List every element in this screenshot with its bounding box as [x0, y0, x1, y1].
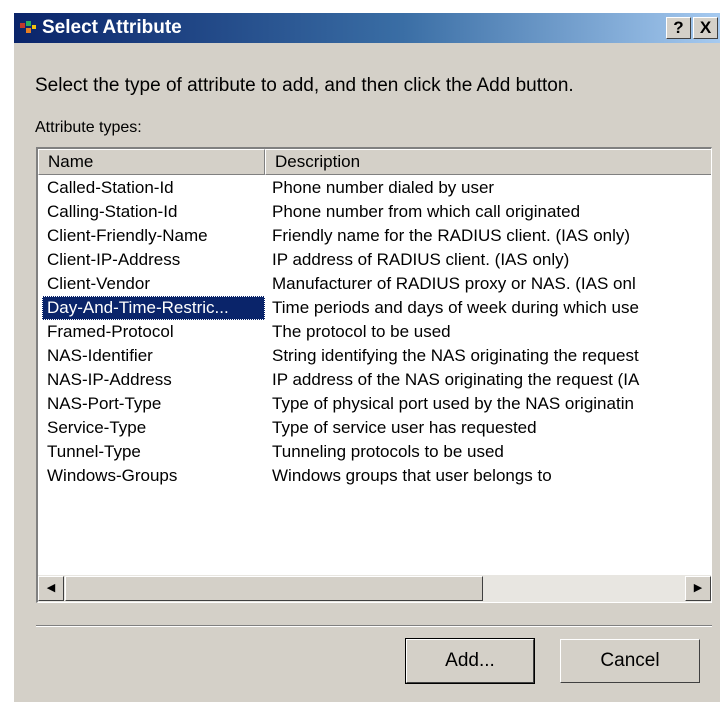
attribute-description: Type of physical port used by the NAS or…: [272, 394, 634, 413]
list-item[interactable]: Day-And-Time-Restric... Time periods and …: [38, 296, 711, 320]
select-attribute-dialog: Select Attribute ? X Select the type of …: [13, 12, 720, 702]
horizontal-scrollbar[interactable]: ◀ ▶: [38, 575, 711, 602]
help-button[interactable]: ?: [666, 17, 691, 39]
attribute-name: NAS-Identifier: [47, 346, 153, 365]
list-rows: Called-Station-Id Phone number dialed by …: [38, 176, 711, 488]
list-item[interactable]: Windows-Groups Windows groups that user b…: [38, 464, 711, 488]
list-item[interactable]: Client-IP-Address IP address of RADIUS cl…: [38, 248, 711, 272]
list-item[interactable]: NAS-Port-Type Type of physical port used …: [38, 392, 711, 416]
attribute-description: Type of service user has requested: [272, 418, 537, 437]
attribute-description: Windows groups that user belongs to: [272, 466, 552, 485]
app-icon: [20, 21, 36, 33]
add-button[interactable]: Add...: [405, 638, 535, 684]
attribute-name: Client-IP-Address: [47, 250, 181, 269]
attribute-types-list[interactable]: Name Description Called-Station-Id Phone …: [36, 147, 712, 603]
attribute-name: Client-Vendor: [47, 274, 151, 293]
list-item[interactable]: Called-Station-Id Phone number dialed by …: [38, 176, 711, 200]
cancel-button[interactable]: Cancel: [560, 639, 700, 683]
close-button[interactable]: X: [693, 17, 718, 39]
list-item[interactable]: NAS-IP-Address IP address of the NAS orig…: [38, 368, 711, 392]
attribute-description: IP address of RADIUS client. (IAS only): [272, 250, 570, 269]
list-header: Name Description: [38, 149, 711, 175]
attribute-description: String identifying the NAS originating t…: [272, 346, 639, 365]
list-item[interactable]: Framed-Protocol The protocol to be used: [38, 320, 711, 344]
list-item[interactable]: Calling-Station-Id Phone number from whic…: [38, 200, 711, 224]
attribute-description: Phone number from which call originated: [272, 202, 581, 221]
column-header-description[interactable]: Description: [265, 149, 711, 175]
window-title: Select Attribute: [42, 17, 182, 38]
attribute-types-label: Attribute types:: [35, 119, 142, 136]
attribute-description: The protocol to be used: [272, 322, 451, 341]
list-item[interactable]: Service-Type Type of service user has req…: [38, 416, 711, 440]
scroll-thumb[interactable]: [65, 576, 483, 601]
title-bar[interactable]: Select Attribute ? X: [14, 13, 720, 43]
attribute-description: Phone number dialed by user: [272, 178, 495, 197]
attribute-name: Service-Type: [47, 418, 147, 437]
attribute-description: Tunneling protocols to be used: [272, 442, 504, 461]
instruction-text: Select the type of attribute to add, and…: [35, 75, 574, 96]
list-item[interactable]: Tunnel-Type Tunneling protocols to be use…: [38, 440, 711, 464]
attribute-name: Called-Station-Id: [47, 178, 174, 197]
attribute-name: Windows-Groups: [47, 466, 178, 485]
attribute-name: NAS-IP-Address: [47, 370, 172, 389]
list-item[interactable]: Client-Friendly-Name Friendly name for th…: [38, 224, 711, 248]
attribute-name: Calling-Station-Id: [47, 202, 178, 221]
attribute-name: Tunnel-Type: [47, 442, 141, 461]
attribute-description: IP address of the NAS originating the re…: [272, 370, 640, 389]
separator-line: [36, 625, 712, 627]
attribute-description: Time periods and days of week during whi…: [272, 298, 639, 317]
column-header-name[interactable]: Name: [38, 149, 265, 175]
attribute-name: Day-And-Time-Restric...: [42, 296, 265, 320]
attribute-description: Friendly name for the RADIUS client. (IA…: [272, 226, 631, 245]
list-item[interactable]: Client-Vendor Manufacturer of RADIUS prox…: [38, 272, 711, 296]
attribute-name: Framed-Protocol: [47, 322, 174, 341]
list-item[interactable]: NAS-Identifier String identifying the NAS…: [38, 344, 711, 368]
scroll-left-button[interactable]: ◀: [38, 576, 64, 601]
arrow-left-icon: ◀: [46, 582, 56, 594]
attribute-description: Manufacturer of RADIUS proxy or NAS. (IA…: [272, 274, 636, 293]
attribute-name: Client-Friendly-Name: [47, 226, 208, 245]
arrow-right-icon: ▶: [693, 582, 703, 594]
attribute-name: NAS-Port-Type: [47, 394, 162, 413]
scroll-right-button[interactable]: ▶: [685, 576, 711, 601]
